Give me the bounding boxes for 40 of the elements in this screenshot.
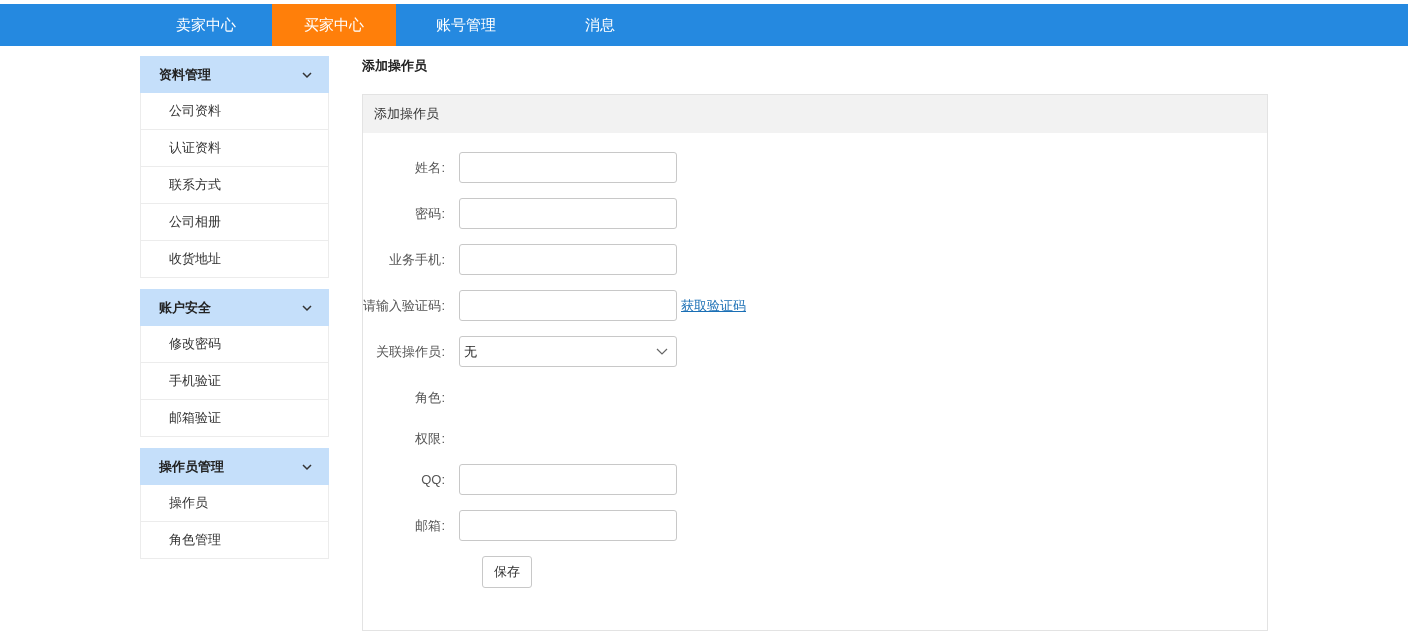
sidebar-item[interactable]: 联系方式 — [140, 167, 329, 204]
field-label: 关联操作员: — [375, 342, 446, 361]
sidebar-group-header[interactable]: 操作员管理 — [140, 448, 329, 485]
sidebar-group-header[interactable]: 账户安全 — [140, 289, 329, 326]
group-title: 操作员管理 — [159, 457, 224, 476]
sidebar-item[interactable]: 认证资料 — [140, 130, 329, 167]
dropdown-select[interactable]: 无 — [459, 336, 677, 367]
sidebar-item[interactable]: 收货地址 — [140, 241, 329, 278]
field-label: 邮箱: — [414, 516, 446, 535]
field-label: 密码: — [414, 204, 446, 223]
page-title: 添加操作员 — [362, 57, 428, 75]
save-button[interactable]: 保存 — [482, 556, 532, 588]
field-label: 请输入验证码: — [363, 296, 446, 315]
text-input[interactable] — [459, 244, 677, 275]
nav-tab[interactable]: 账号管理 — [396, 4, 536, 46]
nav-tab[interactable]: 卖家中心 — [140, 4, 272, 46]
panel-header: 添加操作员 — [363, 95, 1267, 133]
text-input[interactable] — [459, 290, 677, 321]
sidebar-item[interactable]: 邮箱验证 — [140, 400, 329, 437]
get-code-link[interactable]: 获取验证码 — [681, 295, 746, 316]
group-title: 账户安全 — [159, 298, 211, 317]
field-label: QQ: — [420, 470, 446, 489]
text-input[interactable] — [459, 152, 677, 183]
field-label: 业务手机: — [388, 250, 446, 269]
field-label: 权限: — [414, 429, 446, 448]
sidebar-item[interactable]: 角色管理 — [140, 522, 329, 559]
sidebar-item[interactable]: 手机验证 — [140, 363, 329, 400]
text-input[interactable] — [459, 198, 677, 229]
text-input[interactable] — [459, 510, 677, 541]
sidebar-item[interactable]: 操作员 — [140, 485, 329, 522]
group-title: 资料管理 — [159, 65, 211, 84]
field-label: 姓名: — [414, 158, 446, 177]
sidebar-group-header[interactable]: 资料管理 — [140, 56, 329, 93]
sidebar-item[interactable]: 修改密码 — [140, 326, 329, 363]
text-input[interactable] — [459, 464, 677, 495]
chevron-icon — [656, 347, 668, 356]
field-label: 角色: — [414, 388, 446, 407]
sidebar-item[interactable]: 公司资料 — [140, 93, 329, 130]
sidebar-item[interactable]: 公司相册 — [140, 204, 329, 241]
nav-tab[interactable]: 消息 — [536, 4, 664, 46]
